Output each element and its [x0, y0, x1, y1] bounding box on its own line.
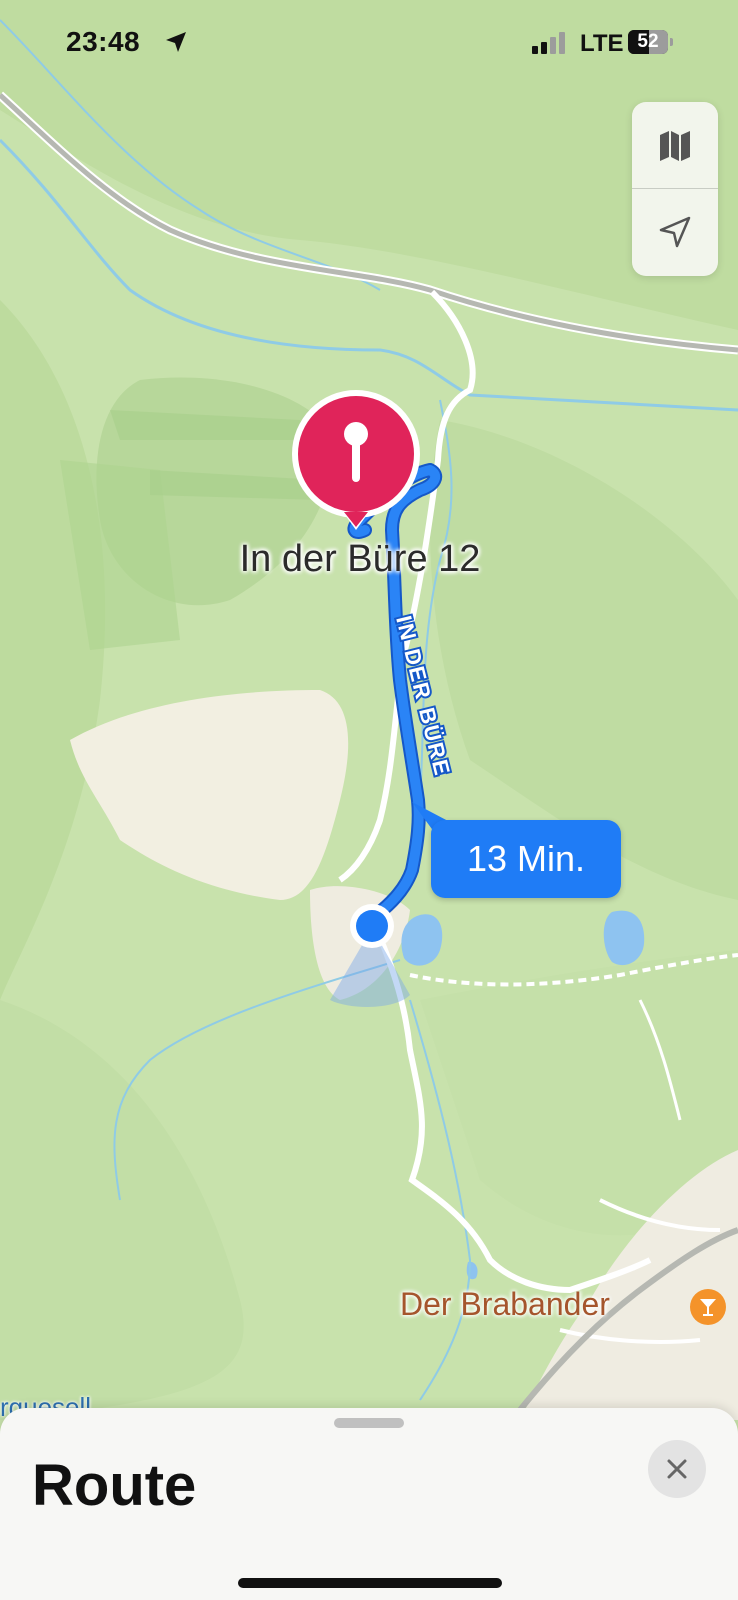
close-icon	[667, 1459, 687, 1479]
route-sheet[interactable]: Route	[0, 1408, 738, 1600]
close-button[interactable]	[648, 1440, 706, 1498]
battery-level: 52	[637, 31, 659, 52]
location-services-icon	[166, 32, 186, 52]
map-mode-button[interactable]	[632, 102, 718, 188]
battery-icon: 52	[628, 30, 674, 54]
current-location-button[interactable]	[632, 189, 718, 275]
cocktail-icon[interactable]	[690, 1289, 726, 1325]
status-time: 23:48	[66, 26, 141, 57]
status-bar: 23:48 LTE 52	[0, 0, 738, 92]
home-indicator	[238, 1578, 502, 1588]
location-arrow-icon	[659, 216, 691, 248]
destination-pin[interactable]	[290, 390, 422, 540]
destination-label[interactable]: In der Büre 12	[160, 538, 560, 581]
cellular-signal-icon	[532, 32, 565, 54]
sheet-grabber[interactable]	[334, 1418, 404, 1428]
route-time-bubble[interactable]: 13 Min.	[431, 820, 621, 898]
network-type: LTE	[580, 30, 624, 57]
map-icon	[660, 131, 690, 161]
map-controls	[632, 102, 718, 276]
pin-tail	[344, 512, 368, 527]
route-time: 13 Min.	[466, 838, 586, 879]
sheet-title: Route	[32, 1453, 197, 1518]
poi-label[interactable]: Der Brabander	[400, 1286, 610, 1323]
map-canvas[interactable]: IN DER BÜRE	[0, 0, 738, 1600]
